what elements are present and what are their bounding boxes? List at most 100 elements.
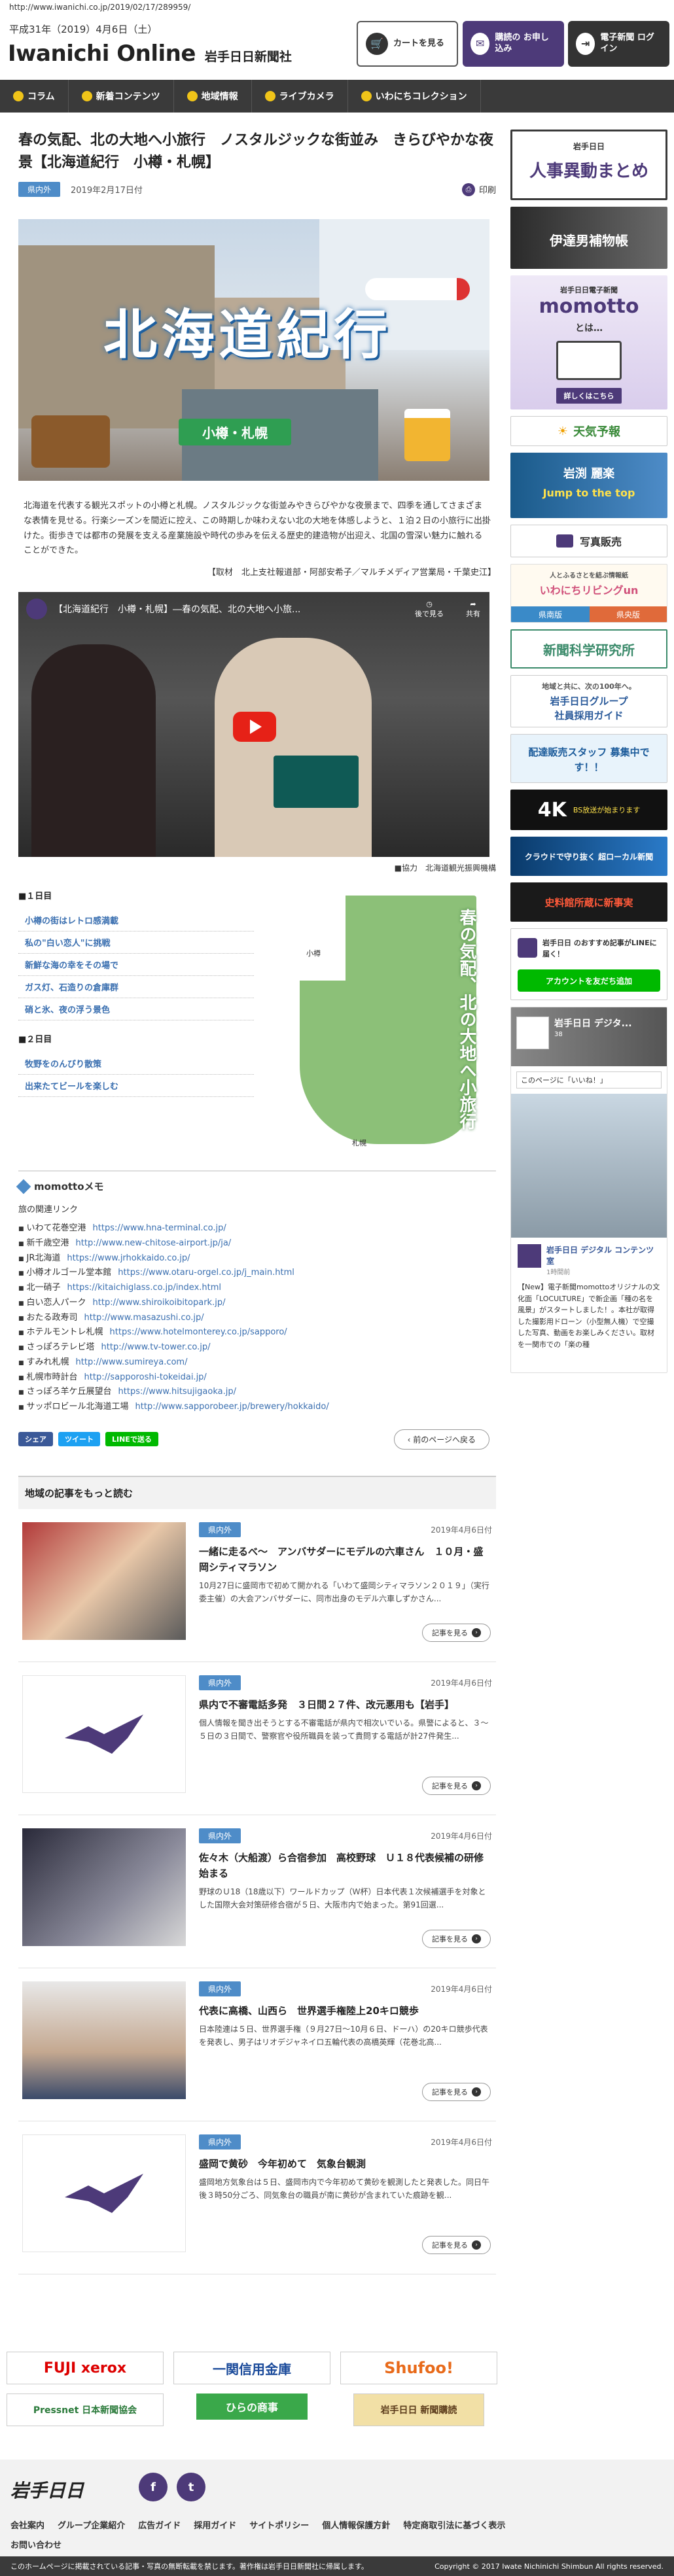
itinerary-link[interactable]: 小樽の街はレトロ感満載 [18,909,254,932]
related-article[interactable]: 県内外 2019年4月6日付 盛岡で黄砂 今年初めて 気象台観測 盛岡地方気象台は５日… [18,2121,496,2274]
site-logo[interactable]: Iwanichi Online 岩手日日新聞社 [8,41,292,67]
nav-item-new[interactable]: 新着コンテンツ [69,80,174,113]
footer-link[interactable]: 採用ガイド [194,2518,236,2531]
iwabuchi-banner[interactable]: 岩渕 麗楽 Jump to the top [510,453,667,518]
related-tag[interactable]: 県内外 [199,1828,241,1843]
memo-link-url[interactable]: http://www.tv-tower.co.jp/ [101,1342,211,1352]
nav-item-livecam[interactable]: ライブカメラ [252,80,348,113]
read-more-button[interactable]: 記事を見る › [422,1929,491,1948]
itinerary-link[interactable]: ガス灯、石造りの倉庫群 [18,976,254,999]
memo-link-url[interactable]: http://www.masazushi.co.jp/ [84,1313,204,1323]
recruit-banner[interactable]: 地域と共に、次の100年へ。 岩手日日グループ 社員採用ガイド [510,675,667,727]
living-banner[interactable]: 人とふるさとを結ぶ情報紙 いわにちリビングun 県南版 県央版 [510,564,667,623]
related-title[interactable]: 代表に高橋、山西ら 世界選手権陸上20キロ競歩 [199,2003,492,2019]
memo-link-url[interactable]: https://www.hotelmonterey.co.jp/sapporo/ [110,1327,287,1337]
print-button[interactable]: ⎙ 印刷 [461,183,496,196]
jinji-banner[interactable]: 岩手日日 人事異動まとめ [510,130,667,200]
itinerary-link[interactable]: 出来たてビールを楽しむ [18,1075,254,1098]
channel-avatar[interactable] [26,599,47,620]
history-banner[interactable]: 史料館所蔵に新事実 [510,882,667,922]
staff-recruit-banner[interactable]: 配達販売スタッフ 募集中です！！ [510,734,667,783]
related-title[interactable]: 県内で不審電話多発 ３日間２７件、改元悪用も【岩手】 [199,1697,492,1713]
read-more-button[interactable]: 記事を見る › [422,1623,491,1642]
related-title[interactable]: 佐々木（大船渡）ら合宿参加 高校野球 Ｕ１８代表候補の研修始まる [199,1850,492,1881]
fb-page-avatar[interactable] [516,1017,549,1049]
nav-item-column[interactable]: コラム [0,80,69,113]
memo-link-url[interactable]: http://www.shiroikoibitopark.jp/ [93,1298,226,1308]
twitter-icon[interactable]: t [177,2473,205,2501]
fb-page-name[interactable]: 岩手日日 デジタ... [554,1017,632,1030]
related-title[interactable]: 盛岡で黄砂 今年初めて 気象台観測 [199,2156,492,2172]
shufoo-banner[interactable]: Shufoo! [340,2352,497,2384]
facebook-icon[interactable]: f [139,2473,168,2501]
line-share-button[interactable]: LINEで送る [105,1432,158,1447]
memo-link-url[interactable]: https://www.hna-terminal.co.jp/ [93,1223,226,1233]
related-tag[interactable]: 県内外 [199,2134,241,2150]
related-photo[interactable] [22,1828,186,1946]
cart-button[interactable]: 🛒 カートを見る [357,21,458,67]
watch-later-button[interactable]: ◷ 後で見る [415,600,444,619]
video-share-button[interactable]: ➦ 共有 [466,600,480,619]
itinerary-link[interactable]: 新鮮な海の幸をその場で [18,954,254,977]
read-more-button[interactable]: 記事を見る › [422,1776,491,1795]
memo-link-url[interactable]: http://www.new-chitose-airport.jp/ja/ [76,1238,232,1248]
itinerary-link[interactable]: 牧野をのんびり散策 [18,1053,254,1075]
nav-item-collection[interactable]: いわにちコレクション [348,80,481,113]
video-title[interactable]: 【北海道紀行 小樽・札幌】―春の気配、北の大地へ小旅... [54,602,300,616]
login-button[interactable]: ⇥ 電子新聞 ログイン [568,21,669,67]
hirano-banner[interactable]: ひらの商事 [196,2393,308,2420]
science-lab-banner[interactable]: 新聞科学研究所 [510,629,667,669]
fb-like-button[interactable]: このページに「いいね！」 [516,1071,662,1088]
related-article[interactable]: 県内外 2019年4月6日付 代表に高橋、山西ら 世界選手権陸上20キロ競歩 日本陸連… [18,1968,496,2121]
related-tag[interactable]: 県内外 [199,1675,241,1690]
photo-sales-banner[interactable]: 写真販売 [510,525,667,557]
fujixerox-banner[interactable]: FUJI xerox [7,2352,164,2384]
facebook-share-button[interactable]: シェア [18,1432,53,1447]
line-add-button[interactable]: アカウントを友だち追加 [518,969,660,992]
living-south-link[interactable]: 県南版 [511,606,590,622]
footer-contact-link[interactable]: お問い合わせ [10,2538,62,2550]
weather-banner[interactable]: ☀ 天気予報 [510,416,667,446]
itinerary-link[interactable]: 私の"白い恋人"に挑戦 [18,931,254,954]
related-title[interactable]: 一緒に走るべ～ アンバサダーにモデルの六車さん １０月・盛岡シティマラソン [199,1544,492,1575]
related-article[interactable]: 県内外 2019年4月6日付 県内で不審電話多発 ３日間２７件、改元悪用も【岩手】個… [18,1662,496,1815]
nav-item-local[interactable]: 地域情報 [174,80,252,113]
related-logo-image[interactable] [22,1675,186,1793]
pressnet-banner[interactable]: Pressnet 日本新聞協会 [7,2393,164,2426]
related-article[interactable]: 県内外 2019年4月6日付 一緒に走るべ～ アンバサダーにモデルの六車さん １０月… [18,1509,496,1662]
twitter-share-button[interactable]: ツイート [58,1432,100,1447]
momotto-detail-button[interactable]: 詳しくはこちら [556,388,622,404]
fb-post-image[interactable] [511,1094,667,1238]
momotto-banner[interactable]: 岩手日日電子新聞 momotto とは… 詳しくはこちら [510,275,667,409]
memo-link-url[interactable]: https://www.jrhokkaido.co.jp/ [67,1253,190,1263]
related-logo-image[interactable] [22,2134,186,2252]
read-more-button[interactable]: 記事を見る › [422,2235,491,2254]
4k-banner[interactable]: 4K BS放送が始まります [510,790,667,830]
memo-link-url[interactable]: https://www.hitsujigaoka.jp/ [118,1387,236,1397]
memo-link-url[interactable]: http://sapporoshi-tokeidai.jp/ [84,1372,207,1382]
back-button[interactable]: ‹ 前のページへ戻る [393,1429,489,1450]
related-photo[interactable] [22,1522,186,1640]
memo-link-url[interactable]: http://www.sumireya.com/ [76,1357,188,1367]
memo-link-url[interactable]: https://kitaichiglass.co.jp/index.html [67,1283,221,1293]
ichinoseki-bank-banner[interactable]: 一関信用金庫 [173,2352,330,2384]
footer-link[interactable]: 会社案内 [10,2518,44,2531]
footer-link[interactable]: 個人情報保護方針 [322,2518,390,2531]
footer-link[interactable]: グループ企業紹介 [58,2518,125,2531]
footer-logo[interactable]: 岩手日日 [10,2477,84,2503]
living-central-link[interactable]: 県央版 [590,606,667,622]
subscribe-button[interactable]: ✉ 購読の お申し込み [463,21,564,67]
subscription-banner[interactable]: 岩手日日 新聞購読 [353,2393,484,2426]
related-tag[interactable]: 県内外 [199,1981,241,1996]
read-more-button[interactable]: 記事を見る › [422,2082,491,2101]
cloud-banner[interactable]: クラウドで守り抜く 超ローカル新聞 [510,837,667,876]
footer-link[interactable]: サイトポリシー [249,2518,309,2531]
related-tag[interactable]: 県内外 [199,1522,241,1537]
fb-post-author[interactable]: 岩手日日 デジタル コンテンツ室 [546,1244,660,1266]
play-button[interactable] [233,712,276,742]
related-article[interactable]: 県内外 2019年4月6日付 佐々木（大船渡）ら合宿参加 高校野球 Ｕ１８代表候補の… [18,1815,496,1968]
video-player[interactable]: 【北海道紀行 小樽・札幌】―春の気配、北の大地へ小旅... ◷ 後で見る ➦ 共有 [18,592,489,858]
date-otoko-banner[interactable]: 伊達男補物帳 [510,207,667,269]
category-tag[interactable]: 県内外 [18,182,61,198]
itinerary-link[interactable]: 硝と氷、夜の浮う景色 [18,998,254,1021]
